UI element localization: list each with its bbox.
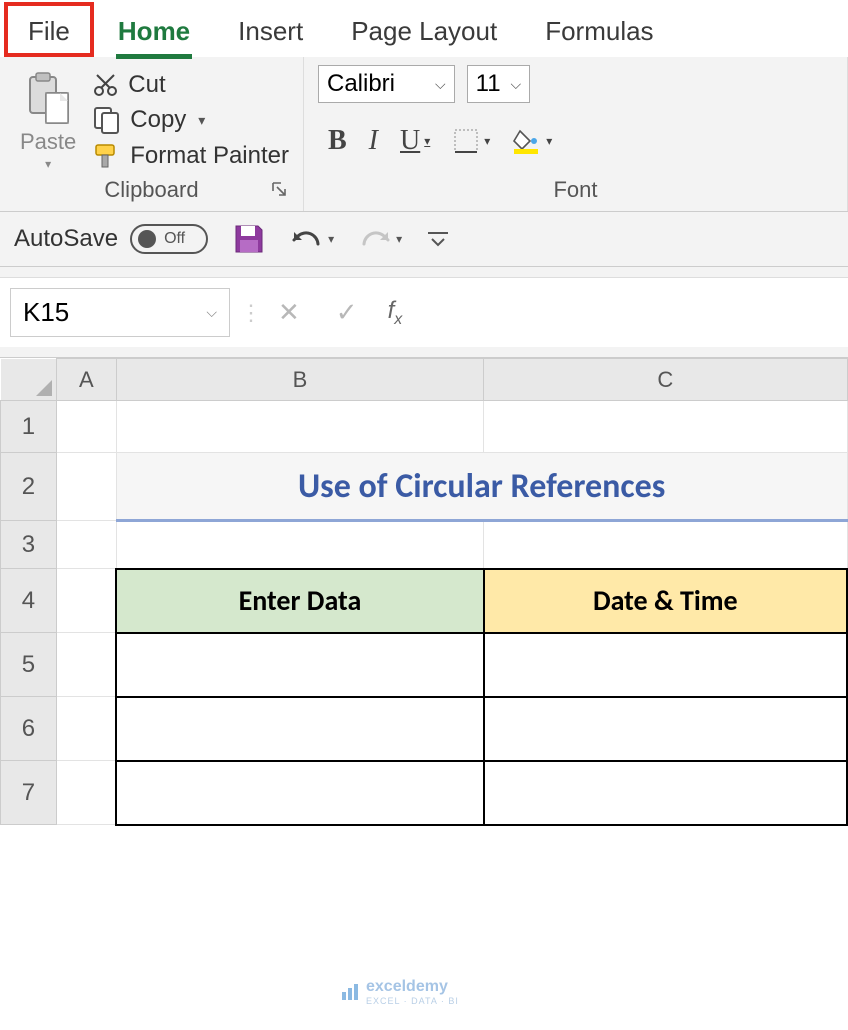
cell[interactable] <box>116 761 483 825</box>
autosave-label: AutoSave <box>14 225 118 253</box>
row-header[interactable]: 3 <box>1 521 57 569</box>
title-cell[interactable]: Use of Circular References <box>116 453 847 521</box>
group-label-font: Font <box>318 171 833 205</box>
paste-label: Paste <box>20 129 76 155</box>
cell[interactable] <box>484 633 847 697</box>
italic-button[interactable]: I <box>369 125 378 157</box>
autosave-state: Off <box>164 230 185 248</box>
chevron-down-icon: ▾ <box>546 134 552 149</box>
ribbon-tabs: File Home Insert Page Layout Formulas <box>0 0 848 57</box>
insert-function-button[interactable]: fx <box>376 297 415 329</box>
ribbon-body: Paste ▾ Cut Copy ▾ <box>0 57 848 212</box>
redo-button[interactable]: ▾ <box>358 224 402 254</box>
tab-home[interactable]: Home <box>94 2 214 57</box>
row-header[interactable]: 7 <box>1 761 57 825</box>
table-header-enter-data[interactable]: Enter Data <box>116 569 483 633</box>
select-all-button[interactable] <box>1 359 57 401</box>
cell[interactable] <box>56 401 116 453</box>
cell[interactable] <box>484 697 847 761</box>
group-clipboard: Paste ▾ Cut Copy ▾ <box>0 57 304 211</box>
font-name-value: Calibri <box>327 70 395 98</box>
copy-label: Copy <box>130 106 186 134</box>
tab-insert[interactable]: Insert <box>214 2 327 57</box>
tab-file[interactable]: File <box>4 2 94 57</box>
format-painter-label: Format Painter <box>130 142 289 170</box>
cell[interactable] <box>484 761 847 825</box>
cell[interactable] <box>56 633 116 697</box>
paste-button[interactable]: Paste ▾ <box>14 65 82 171</box>
cell[interactable] <box>116 401 483 453</box>
cell[interactable] <box>56 569 116 633</box>
font-size-value: 11 <box>476 70 501 98</box>
table-header-date-time[interactable]: Date & Time <box>484 569 847 633</box>
font-name-select[interactable]: Calibri ⌵ <box>318 65 455 103</box>
cell[interactable] <box>56 521 116 569</box>
watermark-brand: exceldemy <box>366 978 448 995</box>
cell[interactable] <box>484 401 847 453</box>
fill-color-button[interactable]: ▾ <box>512 127 552 155</box>
grip-icon: ⋮ <box>240 300 260 326</box>
chevron-down-icon: ⌵ <box>511 76 522 93</box>
toggle-switch: Off <box>130 224 208 254</box>
column-header[interactable]: B <box>116 359 483 401</box>
copy-icon <box>92 105 122 135</box>
row-header[interactable]: 5 <box>1 633 57 697</box>
group-label-clipboard: Clipboard <box>14 171 289 205</box>
chevron-down-icon: ▾ <box>328 232 334 246</box>
group-font: Calibri ⌵ 11 ⌵ B I U ▾ ▾ ▾ <box>304 57 848 211</box>
borders-button[interactable]: ▾ <box>452 127 490 155</box>
undo-button[interactable]: ▾ <box>290 224 334 254</box>
name-box[interactable]: K15 ⌵ <box>10 288 230 337</box>
cell[interactable] <box>116 697 483 761</box>
quick-access-toolbar: AutoSave Off ▾ ▾ <box>0 212 848 267</box>
worksheet-grid[interactable]: A B C 1 2 Use of Circular References 3 4… <box>0 358 848 826</box>
watermark: exceldemy EXCEL · DATA · BI <box>340 978 459 1006</box>
cell[interactable] <box>116 521 483 569</box>
watermark-tagline: EXCEL · DATA · BI <box>366 996 459 1006</box>
paintbrush-icon <box>92 141 122 171</box>
chart-icon <box>340 982 360 1002</box>
format-painter-button[interactable]: Format Painter <box>92 141 289 171</box>
cut-label: Cut <box>128 71 165 99</box>
underline-button[interactable]: U ▾ <box>400 125 430 157</box>
cell[interactable] <box>56 761 116 825</box>
formula-bar-area: K15 ⌵ ⋮ ✕ ✓ fx <box>0 267 848 358</box>
chevron-down-icon[interactable]: ▾ <box>198 112 205 129</box>
autosave-toggle[interactable]: AutoSave Off <box>14 224 208 254</box>
customize-qat-button[interactable] <box>426 229 450 249</box>
column-header[interactable]: A <box>56 359 116 401</box>
tab-formulas[interactable]: Formulas <box>521 2 677 57</box>
cell[interactable] <box>56 697 116 761</box>
row-header[interactable]: 1 <box>1 401 57 453</box>
chevron-down-icon[interactable]: ▾ <box>45 157 51 171</box>
formula-input[interactable] <box>414 307 848 319</box>
scissors-icon <box>92 71 120 99</box>
clipboard-paste-icon <box>24 71 72 127</box>
chevron-down-icon: ▾ <box>424 134 430 149</box>
tab-page-layout[interactable]: Page Layout <box>327 2 521 57</box>
chevron-down-icon: ▾ <box>396 232 402 246</box>
chevron-down-icon: ⌵ <box>435 76 446 93</box>
dialog-launcher-icon[interactable] <box>271 181 289 199</box>
row-header[interactable]: 6 <box>1 697 57 761</box>
cancel-formula-button[interactable]: ✕ <box>260 297 318 328</box>
enter-formula-button[interactable]: ✓ <box>318 297 376 328</box>
font-size-select[interactable]: 11 ⌵ <box>467 65 531 103</box>
copy-button[interactable]: Copy ▾ <box>92 105 289 135</box>
cut-button[interactable]: Cut <box>92 71 289 99</box>
chevron-down-icon: ⌵ <box>206 304 217 321</box>
chevron-down-icon: ▾ <box>484 134 490 149</box>
row-header[interactable]: 4 <box>1 569 57 633</box>
column-header[interactable]: C <box>484 359 847 401</box>
cell[interactable] <box>116 633 483 697</box>
cell[interactable] <box>56 453 116 521</box>
save-button[interactable] <box>232 222 266 256</box>
bold-button[interactable]: B <box>328 125 347 157</box>
cell[interactable] <box>484 521 847 569</box>
name-box-value: K15 <box>23 297 69 328</box>
row-header[interactable]: 2 <box>1 453 57 521</box>
